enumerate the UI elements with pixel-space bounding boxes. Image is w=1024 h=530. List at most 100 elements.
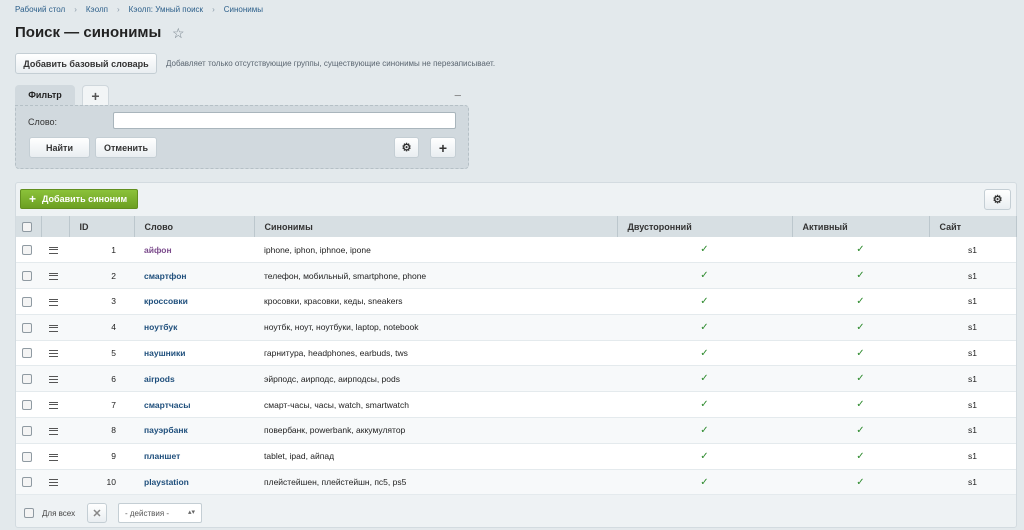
grid-settings-gear-icon[interactable]: ⚙ (984, 189, 1011, 210)
word-link[interactable]: планшет (144, 451, 180, 461)
cell-site: s1 (929, 469, 1016, 496)
cell-id: 4 (69, 314, 134, 341)
collapse-filter-icon[interactable]: − (454, 88, 462, 103)
group-actions-select[interactable]: - действия - ▴▾ (118, 503, 202, 523)
table-row[interactable]: 9 планшет tablet, ipad, айпад ✓ ✓ s1 (16, 443, 1016, 470)
header-site[interactable]: Сайт (929, 216, 1017, 237)
breadcrumb-separator-icon: › (74, 5, 77, 14)
row-menu-icon[interactable] (49, 324, 58, 332)
row-menu-icon[interactable] (49, 479, 58, 487)
header-select-all[interactable] (16, 216, 42, 237)
row-select-cell (16, 288, 41, 315)
cell-site: s1 (929, 365, 1016, 393)
row-checkbox[interactable] (22, 425, 32, 436)
table-row[interactable]: 6 airpods эйрподс, аирподс, аирподсы, pods… (16, 365, 1016, 393)
word-link[interactable]: пауэрбанк (144, 425, 188, 435)
cancel-button[interactable]: Отменить (95, 137, 157, 158)
row-menu-cell (41, 391, 69, 419)
check-icon: ✓ (856, 450, 865, 462)
cell-two-way: ✓ (617, 237, 792, 264)
table-row[interactable]: 3 кроссовки кросовки, красовки, кеды, snea… (16, 288, 1016, 315)
row-menu-icon[interactable] (49, 350, 58, 358)
table-row[interactable]: 2 смартфон телефон, мобильный, smartphone,… (16, 262, 1016, 290)
filter-add-field-plus-icon[interactable]: + (430, 137, 456, 158)
cell-site: s1 (929, 391, 1016, 419)
row-select-cell (16, 391, 41, 419)
table-row[interactable]: 5 наушники гарнитура, headphones, earbuds,… (16, 340, 1016, 367)
for-all-label: Для всех (42, 509, 76, 518)
filter-settings-gear-icon[interactable]: ⚙ (394, 137, 419, 158)
for-all-checkbox[interactable] (24, 508, 34, 518)
delete-selected-icon[interactable]: ✕ (87, 503, 107, 523)
breadcrumb-item-desktop[interactable]: Рабочий стол (15, 5, 65, 14)
check-icon: ✓ (700, 450, 709, 462)
check-icon: ✓ (700, 295, 709, 307)
row-checkbox[interactable] (22, 322, 32, 333)
find-button[interactable]: Найти (29, 137, 90, 158)
cell-site: s1 (929, 237, 1016, 264)
cell-id: 5 (69, 340, 134, 367)
header-synonyms[interactable]: Синонимы (254, 216, 618, 237)
row-checkbox[interactable] (22, 400, 32, 411)
breadcrumb-item-smart-search[interactable]: Кэолп: Умный поиск (129, 5, 203, 14)
header-active[interactable]: Активный (792, 216, 930, 237)
check-icon: ✓ (856, 399, 865, 411)
word-link[interactable]: наушники (144, 348, 186, 358)
add-filter-tab-button[interactable]: + (82, 85, 109, 105)
row-checkbox[interactable] (22, 374, 32, 385)
row-menu-icon[interactable] (49, 401, 58, 409)
word-link[interactable]: смартчасы (144, 400, 191, 410)
table-row[interactable]: 7 смартчасы смарт-часы, часы, watch, smart… (16, 391, 1016, 419)
row-menu-icon[interactable] (49, 272, 58, 280)
page-title: Поиск — синонимы (15, 24, 162, 41)
select-all-checkbox[interactable] (22, 221, 32, 232)
row-checkbox[interactable] (22, 451, 32, 462)
row-checkbox[interactable] (22, 271, 32, 282)
word-link[interactable]: playstation (144, 477, 189, 487)
header-two-way[interactable]: Двусторонний (617, 216, 793, 237)
row-checkbox[interactable] (22, 477, 32, 488)
row-checkbox[interactable] (22, 245, 32, 256)
check-icon: ✓ (856, 321, 865, 333)
base-dictionary-hint: Добавляет только отсутствующие группы, с… (166, 59, 496, 68)
breadcrumb-item-synonyms[interactable]: Синонимы (224, 5, 263, 14)
breadcrumb-item-module[interactable]: Кэолп (86, 5, 108, 14)
header-id[interactable]: ID (69, 216, 135, 237)
star-icon[interactable]: ☆ (172, 25, 185, 42)
cell-site: s1 (929, 417, 1016, 444)
check-icon: ✓ (856, 270, 865, 282)
cell-id: 3 (69, 288, 134, 315)
check-icon: ✓ (700, 373, 709, 385)
word-link[interactable]: кроссовки (144, 296, 188, 306)
word-link[interactable]: airpods (144, 374, 175, 384)
row-checkbox[interactable] (22, 296, 32, 307)
row-menu-cell (41, 469, 69, 496)
row-menu-icon[interactable] (49, 298, 58, 306)
cell-word: планшет (134, 443, 254, 470)
add-base-dictionary-button[interactable]: Добавить базовый словарь (15, 53, 157, 74)
row-checkbox[interactable] (22, 348, 32, 359)
word-filter-input[interactable] (113, 112, 456, 129)
word-link[interactable]: смартфон (144, 271, 187, 281)
check-icon: ✓ (700, 270, 709, 282)
row-menu-icon[interactable] (49, 246, 58, 254)
header-actions (41, 216, 70, 237)
row-menu-icon[interactable] (49, 453, 58, 461)
table-row[interactable]: 1 айфон iphone, iphon, iphnoe, ipone ✓ ✓ s1 (16, 237, 1016, 264)
synonyms-table: ID Слово Синонимы Двусторонний Активный … (16, 216, 1017, 496)
word-link[interactable]: айфон (144, 245, 172, 255)
row-menu-icon[interactable] (49, 427, 58, 435)
table-row[interactable]: 4 ноутбук ноутбк, ноут, ноутбуки, laptop, … (16, 314, 1016, 341)
add-synonym-button[interactable]: + Добавить синоним (20, 189, 138, 209)
row-select-cell (16, 443, 41, 470)
table-row[interactable]: 10 playstation плейстейшен, плейстейшн, пс… (16, 469, 1016, 496)
cell-active: ✓ (792, 262, 929, 290)
table-row[interactable]: 8 пауэрбанк повербанк, powerbank, аккумуля… (16, 417, 1016, 444)
cell-id: 10 (69, 469, 134, 496)
header-word[interactable]: Слово (134, 216, 255, 237)
word-link[interactable]: ноутбук (144, 322, 177, 332)
tab-filter[interactable]: Фильтр (15, 85, 75, 105)
cell-id: 7 (69, 391, 134, 419)
row-menu-icon[interactable] (49, 376, 58, 384)
cell-site: s1 (929, 443, 1016, 470)
